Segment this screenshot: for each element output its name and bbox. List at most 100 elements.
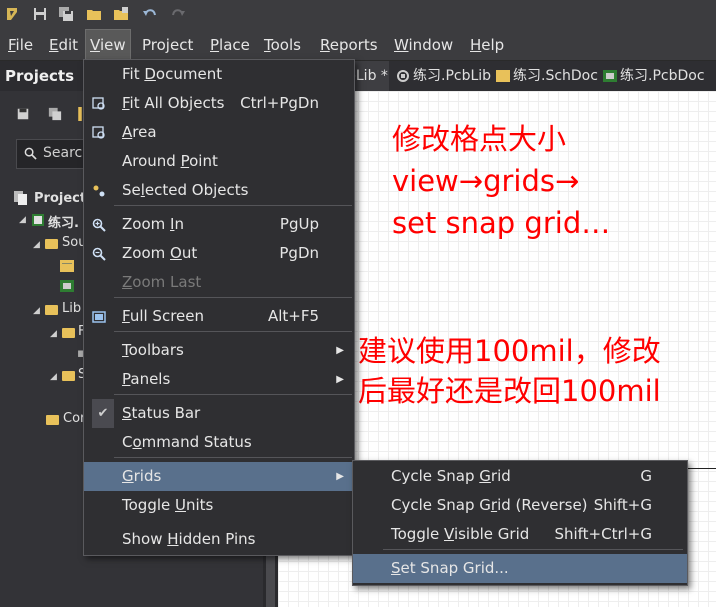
menu-separator: [383, 549, 683, 550]
pcb-doc-icon: [60, 280, 74, 292]
tab-schdoc[interactable]: 练习.SchDoc: [513, 61, 598, 91]
view-menu-status-bar[interactable]: ✔ Status Bar: [84, 399, 354, 428]
save-icon[interactable]: [16, 107, 30, 121]
pcb-project-icon: [32, 214, 44, 226]
menubar: File Edit View Project Place Tools Reports Wind…: [0, 29, 716, 61]
schematic-icon: [60, 260, 74, 272]
view-menu-show-hidden-pins[interactable]: Show Hidden Pins: [84, 525, 354, 554]
menu-item-label: Area: [122, 123, 157, 141]
menu-file[interactable]: File: [4, 30, 37, 60]
menu-item-label: Grids: [122, 467, 162, 485]
folder-icon: [45, 305, 58, 315]
menu-item-shortcut: Shift+G: [593, 496, 652, 514]
menu-item-label: Selected Objects: [122, 181, 249, 199]
menu-view[interactable]: View: [85, 29, 131, 61]
grids-menu-set-snap-grid[interactable]: Set Snap Grid...: [353, 554, 687, 583]
submenu-arrow-icon: ▶: [336, 471, 344, 482]
view-menu-fit-all-objects[interactable]: Fit All Objects Ctrl+PgDn: [84, 89, 354, 118]
grids-menu-toggle-visible-grid[interactable]: Toggle Visible Grid Shift+Ctrl+G: [353, 520, 687, 549]
annotation-recommendation: 建议使用100mil，修改 后最好还是改回100mil: [358, 334, 661, 408]
expand-icon[interactable]: ◢: [50, 329, 57, 339]
view-menu-fit-document[interactable]: Fit Document: [84, 60, 354, 89]
search-icon: [24, 147, 37, 160]
menu-window[interactable]: Window: [390, 30, 457, 60]
fit-all-icon: [92, 97, 105, 110]
view-menu-panels[interactable]: Panels ▶: [84, 365, 354, 394]
checkmark-icon: ✔: [92, 399, 114, 428]
view-menu-area[interactable]: Area: [84, 118, 354, 147]
pcbdoc-icon: [603, 70, 617, 82]
redo-icon[interactable]: [170, 6, 186, 22]
menu-item-label: Cycle Snap Grid: [391, 467, 511, 485]
view-menu-command-status[interactable]: Command Status: [84, 428, 354, 457]
menu-item-label: Fit All Objects: [122, 94, 225, 112]
full-screen-icon: [92, 311, 106, 323]
view-menu-toolbars[interactable]: Toolbars ▶: [84, 336, 354, 365]
more-icon[interactable]: [78, 107, 82, 121]
open-folder-icon[interactable]: [86, 6, 102, 22]
toolbar: [0, 0, 716, 30]
menu-item-shortcut: PgUp: [279, 215, 319, 233]
menu-item-label: Zoom Last: [122, 273, 202, 291]
view-menu: Fit Document Fit All Objects Ctrl+PgDn Area…: [83, 59, 355, 556]
submenu-arrow-icon: ▶: [336, 374, 344, 385]
grids-menu-cycle-snap-grid-reverse[interactable]: Cycle Snap Grid (Reverse) Shift+G: [353, 491, 687, 520]
view-menu-zoom-in[interactable]: Zoom In PgUp: [84, 210, 354, 239]
tab-pcblib[interactable]: 练习.PcbLib: [413, 61, 491, 91]
save-icon[interactable]: [32, 6, 48, 22]
menu-item-label: Toolbars: [122, 341, 184, 359]
menu-reports[interactable]: Reports: [316, 30, 382, 60]
schdoc-icon: [496, 70, 510, 82]
view-menu-around-point[interactable]: Around Point: [84, 147, 354, 176]
tree-project[interactable]: Project: [34, 191, 86, 206]
menu-place[interactable]: Place: [206, 30, 254, 60]
area-icon: [92, 126, 105, 139]
menu-separator: [114, 331, 352, 332]
menu-item-shortcut: Ctrl+PgDn: [240, 94, 319, 112]
open-project-icon[interactable]: [113, 6, 129, 22]
menu-item-label: Toggle Units: [122, 496, 214, 514]
menu-help[interactable]: Help: [466, 30, 508, 60]
menu-item-label: Zoom Out: [122, 244, 198, 262]
pcblib-icon: [397, 70, 409, 82]
expand-icon[interactable]: ◢: [33, 240, 40, 250]
folder-icon: [62, 371, 75, 381]
menu-item-label: Fit Document: [122, 65, 223, 83]
tree-libraries[interactable]: Lib: [62, 301, 81, 316]
menu-item-shortcut: Shift+Ctrl+G: [554, 525, 652, 543]
menu-item-label: Show Hidden Pins: [122, 530, 256, 548]
folder-icon: [62, 328, 75, 338]
menu-item-label: Zoom In: [122, 215, 184, 233]
view-menu-full-screen[interactable]: Full Screen Alt+F5: [84, 302, 354, 331]
save-all-icon[interactable]: [58, 6, 74, 22]
submenu-arrow-icon: ▶: [336, 345, 344, 356]
folder-icon: [45, 239, 58, 249]
expand-icon[interactable]: ◢: [33, 306, 40, 316]
menu-separator: [114, 457, 352, 458]
grids-submenu: Cycle Snap Grid G Cycle Snap Grid (Reverse…: [352, 460, 688, 586]
expand-icon[interactable]: ◢: [50, 372, 57, 382]
menu-project[interactable]: Project: [138, 30, 197, 60]
menu-separator: [114, 205, 352, 206]
view-menu-selected-objects[interactable]: Selected Objects: [84, 176, 354, 205]
view-menu-zoom-out[interactable]: Zoom Out PgDn: [84, 239, 354, 268]
menu-item-label: Toggle Visible Grid: [391, 525, 530, 543]
menu-item-shortcut: G: [640, 467, 652, 485]
folder-icon: [46, 415, 59, 425]
menu-item-label: Around Point: [122, 152, 218, 170]
menu-tools[interactable]: Tools: [260, 30, 305, 60]
save-all-icon[interactable]: [48, 107, 62, 121]
menu-item-label: Full Screen: [122, 307, 204, 325]
tab-pcbdoc[interactable]: 练习.PcbDoc: [620, 61, 705, 91]
zoom-in-icon: [92, 218, 106, 232]
view-menu-toggle-units[interactable]: Toggle Units: [84, 491, 354, 520]
tree-root[interactable]: 练习.: [48, 212, 79, 231]
menu-item-shortcut: PgDn: [279, 244, 319, 262]
expand-icon[interactable]: ◢: [19, 215, 26, 225]
menu-item-label: Set Snap Grid...: [391, 559, 509, 577]
undo-icon[interactable]: [142, 6, 158, 22]
selected-objects-icon: [93, 185, 105, 197]
menu-edit[interactable]: Edit: [45, 30, 82, 60]
view-menu-grids[interactable]: Grids ▶: [84, 462, 354, 491]
grids-menu-cycle-snap-grid[interactable]: Cycle Snap Grid G: [353, 462, 687, 491]
